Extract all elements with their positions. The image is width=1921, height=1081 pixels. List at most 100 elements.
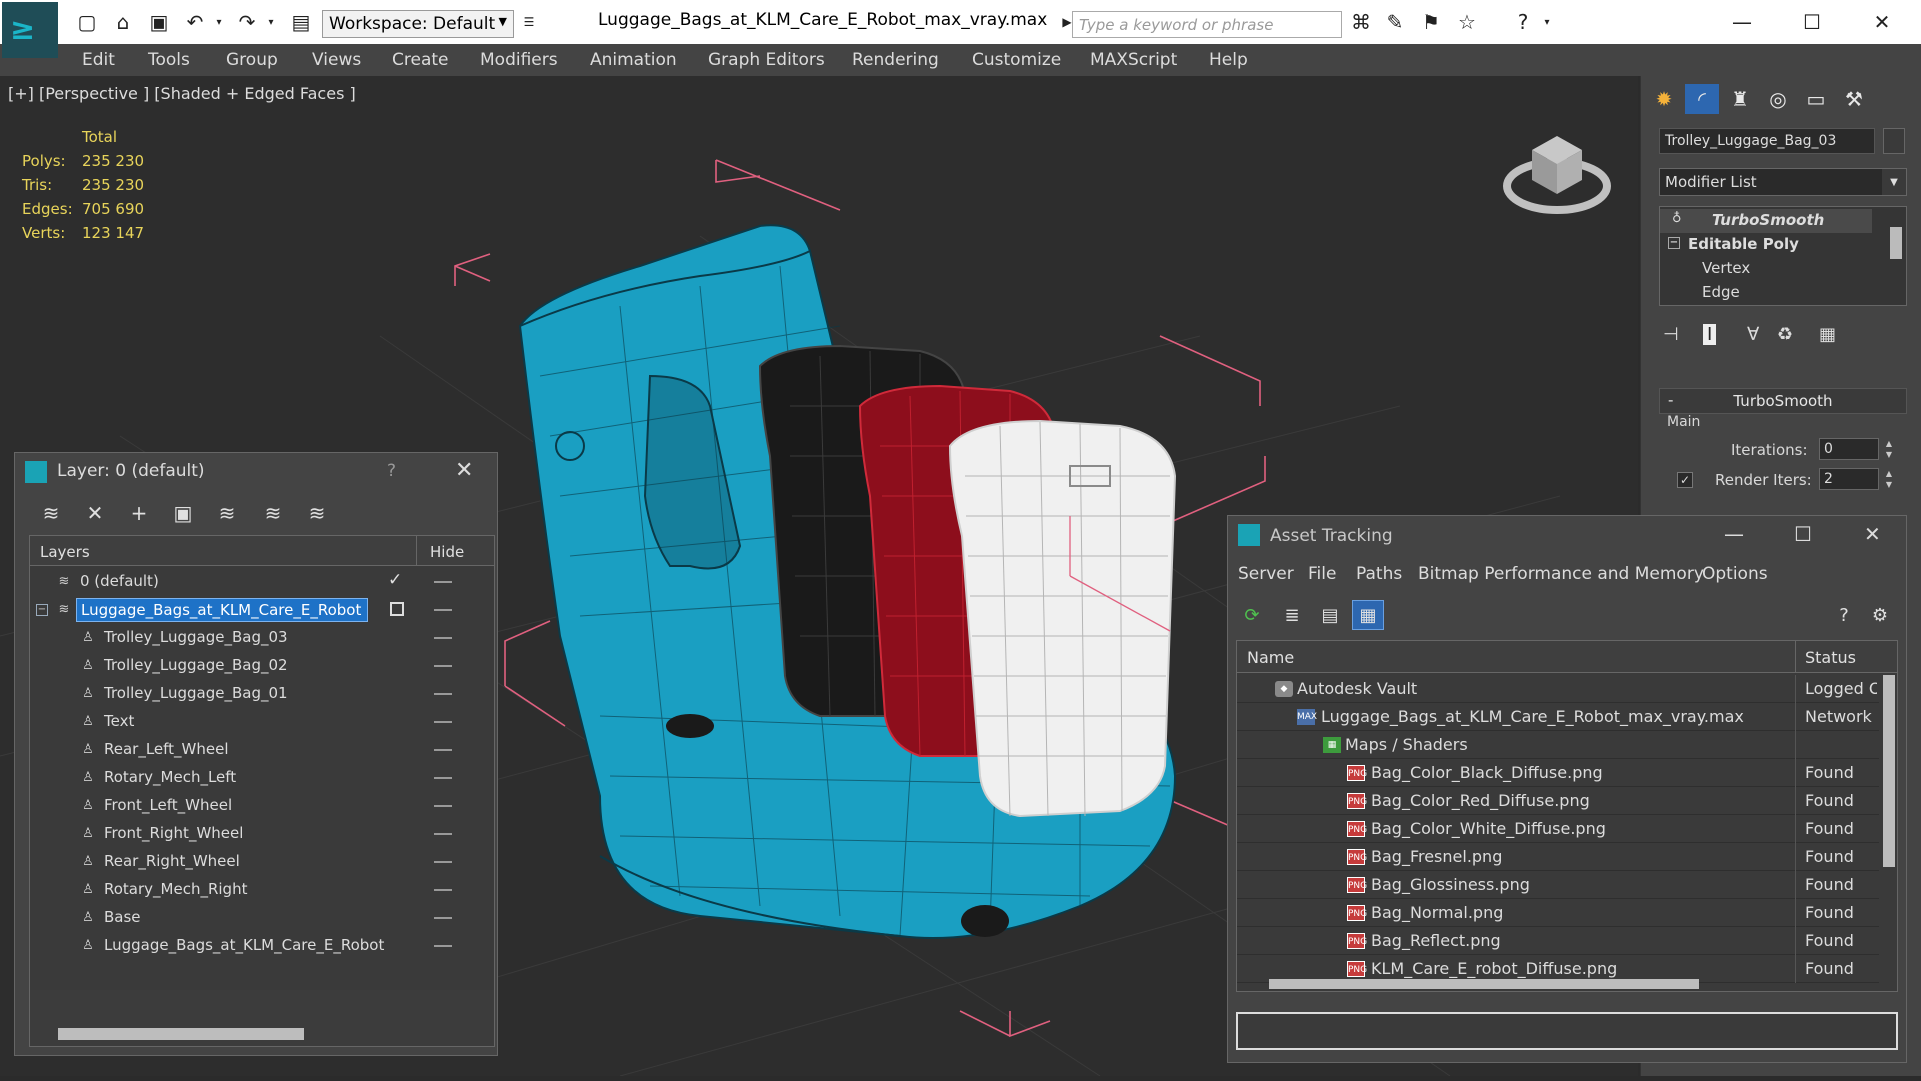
asset-row-png[interactable]: PNG Bag_Fresnel.png Found xyxy=(1237,843,1879,871)
stack-item-vertex[interactable]: Vertex xyxy=(1660,257,1750,281)
highlight-layer-icon[interactable]: ≋ xyxy=(211,497,243,529)
object-row[interactable]: ♙ Luggage_Bags_at_KLM_Care_E_Robot xyxy=(30,932,494,960)
hide-toggle[interactable] xyxy=(434,833,452,835)
create-tab-icon[interactable]: ✹ xyxy=(1647,84,1681,114)
save-file-icon[interactable]: ▣ xyxy=(146,9,172,35)
column-divider[interactable] xyxy=(1795,641,1796,673)
asset-tracking-titlebar[interactable]: Asset Tracking — ☐ ✕ xyxy=(1228,516,1906,558)
communication-center-icon[interactable]: ⚑ xyxy=(1418,9,1444,35)
iterations-input[interactable]: 0 xyxy=(1819,438,1879,460)
make-unique-icon[interactable]: ∀ xyxy=(1747,324,1759,345)
lightbulb-icon[interactable]: ♁ xyxy=(1672,211,1682,226)
hide-toggle[interactable] xyxy=(434,861,452,863)
column-divider[interactable] xyxy=(416,536,417,566)
menu-views[interactable]: Views xyxy=(312,50,361,70)
status-column-header[interactable]: Status xyxy=(1805,648,1856,667)
stack-item-turbosmooth[interactable]: ♁ TurboSmooth xyxy=(1660,209,1872,233)
object-row[interactable]: ♙ Base xyxy=(30,904,494,932)
undo-icon[interactable]: ↶ xyxy=(182,9,208,35)
menu-customize[interactable]: Customize xyxy=(972,50,1061,70)
menu-rendering[interactable]: Rendering xyxy=(852,50,939,70)
utilities-tab-icon[interactable]: ⚒ xyxy=(1837,84,1871,114)
pin-stack-icon[interactable]: ⊣ xyxy=(1663,324,1679,345)
collapse-icon[interactable]: − xyxy=(36,604,48,616)
iterations-spinner[interactable]: ▲ ▼ xyxy=(1883,438,1895,460)
asset-row-png[interactable]: PNG Bag_Reflect.png Found xyxy=(1237,927,1879,955)
active-layer-check-icon[interactable]: ✓ xyxy=(388,570,402,590)
stack-scrollbar[interactable] xyxy=(1890,227,1902,259)
minimize-button[interactable]: — xyxy=(1712,4,1772,40)
set-active-layer-box[interactable] xyxy=(390,602,404,616)
app-logo[interactable]: ≥ xyxy=(2,2,58,58)
refresh-icon[interactable]: ⟳ xyxy=(1236,600,1268,630)
list-view-icon[interactable]: ≣ xyxy=(1276,600,1308,630)
hide-toggle[interactable] xyxy=(434,637,452,639)
asset-row-png[interactable]: PNG Bag_Normal.png Found xyxy=(1237,899,1879,927)
name-column-header[interactable]: Name xyxy=(1247,648,1294,667)
search-input[interactable]: Type a keyword or phrase xyxy=(1072,11,1342,38)
hide-toggle[interactable] xyxy=(434,777,452,779)
table-view-icon[interactable]: ▦ xyxy=(1352,600,1384,630)
asset-row-max-file[interactable]: MAX Luggage_Bags_at_KLM_Care_E_Robot_max… xyxy=(1237,703,1879,731)
object-row[interactable]: ♙ Rear_Left_Wheel xyxy=(30,736,494,764)
workspace-menu-icon[interactable]: ☰ xyxy=(516,9,542,35)
hide-all-layers-icon[interactable]: ≋ xyxy=(257,497,289,529)
delete-layer-icon[interactable]: ✕ xyxy=(79,497,111,529)
asset-row-png[interactable]: PNG Bag_Glossiness.png Found xyxy=(1237,871,1879,899)
new-file-icon[interactable]: ▢ xyxy=(74,9,100,35)
asset-row-vault[interactable]: ◆ Autodesk Vault Logged Out xyxy=(1237,675,1879,703)
object-color-swatch[interactable] xyxy=(1883,128,1905,154)
menu-paths[interactable]: Paths xyxy=(1356,564,1402,584)
redo-icon[interactable]: ↷ xyxy=(234,9,260,35)
hide-toggle[interactable] xyxy=(434,721,452,723)
tree-view-icon[interactable]: ▤ xyxy=(1314,600,1346,630)
object-row[interactable]: ♙ Trolley_Luggage_Bag_01 xyxy=(30,680,494,708)
asset-row-png[interactable]: PNG Bag_Color_Black_Diffuse.png Found xyxy=(1237,759,1879,787)
help-icon[interactable]: ? xyxy=(1828,600,1860,630)
workspace-selector[interactable]: Workspace: Default ▼ xyxy=(322,10,514,38)
render-iters-checkbox[interactable]: ✓ xyxy=(1677,472,1693,488)
help-button[interactable]: ? xyxy=(387,461,396,481)
close-button[interactable]: ✕ xyxy=(1864,522,1881,546)
hide-toggle[interactable] xyxy=(434,805,452,807)
undo-dropdown-icon[interactable]: ▾ xyxy=(206,9,232,35)
menu-tools[interactable]: Tools xyxy=(148,50,190,70)
freeze-all-layers-icon[interactable]: ≋ xyxy=(301,497,333,529)
remove-modifier-icon[interactable]: ♻ xyxy=(1777,324,1793,345)
object-row[interactable]: ♙ Text xyxy=(30,708,494,736)
motion-tab-icon[interactable]: ◎ xyxy=(1761,84,1795,114)
close-button[interactable]: ✕ xyxy=(1852,4,1912,40)
menu-help[interactable]: Help xyxy=(1209,50,1248,70)
view-cube[interactable] xyxy=(1503,136,1611,214)
menu-options[interactable]: Options xyxy=(1702,564,1768,584)
hide-toggle[interactable] xyxy=(434,749,452,751)
menu-server[interactable]: Server xyxy=(1238,564,1294,584)
object-row[interactable]: ♙ Trolley_Luggage_Bag_02 xyxy=(30,652,494,680)
object-row[interactable]: ♙ Trolley_Luggage_Bag_03 xyxy=(30,624,494,652)
object-row[interactable]: ♙ Rotary_Mech_Left xyxy=(30,764,494,792)
menu-bitmap-performance[interactable]: Bitmap Performance and Memory xyxy=(1418,564,1704,584)
object-row[interactable]: ♙ Front_Left_Wheel xyxy=(30,792,494,820)
menu-file[interactable]: File xyxy=(1308,564,1336,584)
hide-toggle[interactable] xyxy=(434,889,452,891)
menu-group[interactable]: Group xyxy=(226,50,278,70)
hide-toggle[interactable] xyxy=(434,665,452,667)
hide-toggle[interactable] xyxy=(434,917,452,919)
close-icon[interactable]: ✕ xyxy=(455,458,473,483)
hide-column-header[interactable]: Hide xyxy=(430,543,464,561)
menu-modifiers[interactable]: Modifiers xyxy=(480,50,558,70)
show-end-result-icon[interactable]: I xyxy=(1703,324,1717,345)
asset-row-png[interactable]: PNG Bag_Color_Red_Diffuse.png Found xyxy=(1237,787,1879,815)
display-tab-icon[interactable]: ▭ xyxy=(1799,84,1833,114)
layer-row-luggage-bags[interactable]: − ≋ Luggage_Bags_at_KLM_Care_E_Robot xyxy=(30,596,494,624)
object-row[interactable]: ♙ Front_Right_Wheel xyxy=(30,820,494,848)
viewport-label[interactable]: [+] [Perspective ] [Shaded + Edged Faces… xyxy=(8,84,356,103)
object-name-field[interactable]: Trolley_Luggage_Bag_03 xyxy=(1659,128,1875,154)
hide-toggle[interactable] xyxy=(434,693,452,695)
stack-item-editable-poly[interactable]: − Editable Poly xyxy=(1660,233,1799,257)
tools-icon[interactable]: ✎ xyxy=(1382,9,1408,35)
layers-column-header[interactable]: Layers xyxy=(40,543,90,561)
maximize-button[interactable]: ☐ xyxy=(1794,522,1812,546)
menu-edit[interactable]: Edit xyxy=(82,50,115,70)
object-row[interactable]: ♙ Rotary_Mech_Right xyxy=(30,876,494,904)
